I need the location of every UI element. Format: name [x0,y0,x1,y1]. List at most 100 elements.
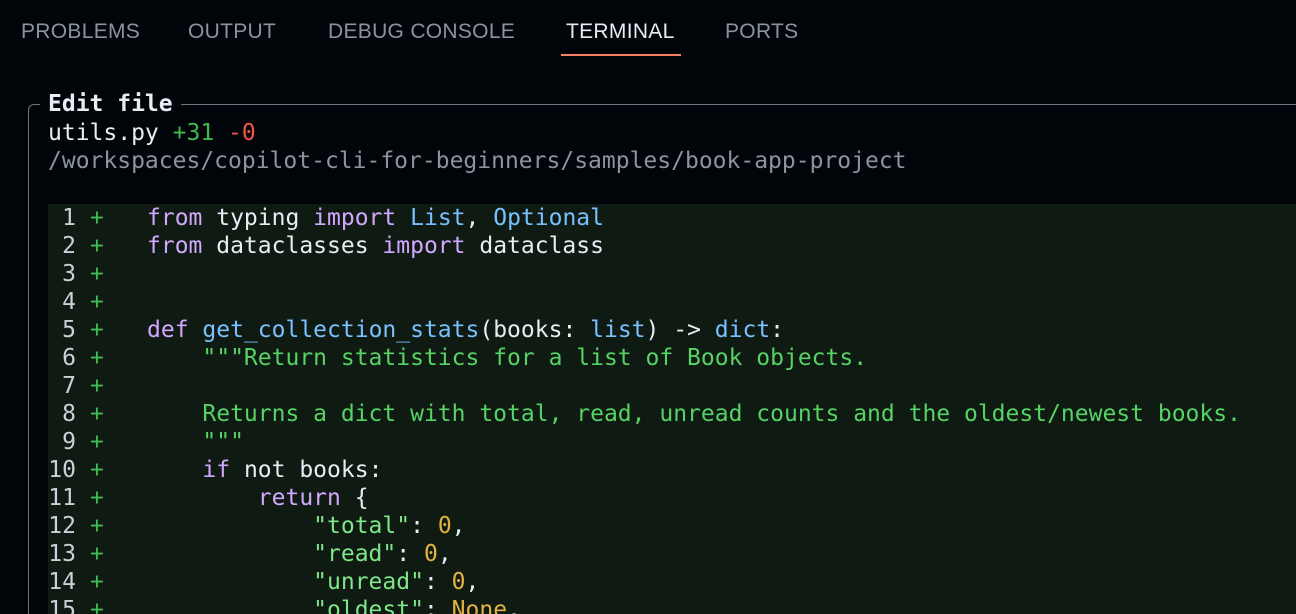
code-text: Returns a dict with total, read, unread … [147,400,1241,428]
diff-line: 9 + """ [48,428,1296,456]
code-text: from dataclasses import dataclass [147,232,604,260]
line-number: 1 [62,205,76,231]
tab-terminal[interactable]: TERMINAL [566,20,675,44]
line-number: 14 [48,569,76,595]
added-marker: + [90,233,104,259]
added-marker: + [90,597,104,614]
code-text: "unread": 0, [147,568,479,596]
diff-line: 2 + from dataclasses import dataclass [48,232,1296,260]
code-token: : [423,597,452,614]
code-token: 0 [423,541,438,567]
code-token: import [313,205,397,231]
code-text: from typing import List, Optional [147,204,604,232]
frame-border-top [40,104,1296,105]
code-text: if not books: [147,456,382,484]
code-token: , [465,205,494,231]
edit-file-title: Edit file [40,90,181,118]
file-path: /workspaces/copilot-cli-for-beginners/sa… [48,148,907,174]
added-marker: + [90,457,104,483]
tab-ports[interactable]: PORTS [725,20,798,44]
code-token: dict [714,317,771,343]
code-token: "unread" [313,569,424,595]
file-summary: utils.py +31 -0 [48,119,256,147]
code-token: , [465,569,480,595]
active-tab-indicator [561,54,681,56]
code-token: (books: [479,317,591,343]
code-token: Returns a dict with total, read, unread … [202,401,1241,427]
code-token: def [147,317,189,343]
added-marker: + [90,317,104,343]
line-number: 12 [48,513,76,539]
diff-line: 4 + [48,288,1296,316]
code-token: "read" [313,541,397,567]
line-number: 8 [62,401,76,427]
diff-line: 6 + """Return statistics for a list of Bo… [48,344,1296,372]
line-number: 7 [62,373,76,399]
code-token: , [437,541,452,567]
line-number: 13 [48,541,76,567]
diff-line: 15 + "oldest": None, [48,596,1296,614]
line-number: 5 [62,317,76,343]
line-number: 6 [62,345,76,371]
code-text: def get_collection_stats(books: list) ->… [147,316,784,344]
code-token: : [423,569,452,595]
diff-view[interactable]: 1 + from typing import List, Optional 2 + fro… [48,204,1296,614]
tab-problems[interactable]: PROBLEMS [21,20,140,44]
code-token: , [507,597,521,614]
code-token: """Return statistics for a list of Book … [202,345,868,371]
diff-line: 12 + "total": 0, [48,512,1296,540]
code-token: "oldest" [313,597,424,614]
code-token: , [451,513,466,539]
code-token: { [340,485,369,511]
code-token: import [382,233,466,259]
line-number: 3 [62,261,76,287]
tab-output[interactable]: OUTPUT [188,20,276,44]
panel-tab-bar: PROBLEMS OUTPUT DEBUG CONSOLE TERMINAL P… [0,0,1296,68]
lines-removed: -0 [228,120,256,146]
added-marker: + [90,289,104,315]
diff-line: 7 + [48,372,1296,400]
diff-line: 10 + if not books: [48,456,1296,484]
diff-line: 13 + "read": 0, [48,540,1296,568]
added-marker: + [90,513,104,539]
added-marker: + [90,261,104,287]
frame-border-left [28,110,29,614]
file-name: utils.py [48,120,159,146]
added-marker: + [90,485,104,511]
code-token: return [257,485,341,511]
code-token: dataclasses [202,233,383,259]
line-number: 15 [48,597,76,614]
code-text: return { [147,484,369,512]
code-token: : [396,541,424,567]
line-number: 10 [48,457,76,483]
added-marker: + [90,345,104,371]
code-token: dataclass [465,233,604,259]
code-token: ) -> [645,317,715,343]
code-token: if [202,457,231,483]
code-token: """ [202,429,244,455]
code-token: List [410,205,466,231]
added-marker: + [90,541,104,567]
line-number: 11 [48,485,76,511]
diff-line: 11 + return { [48,484,1296,512]
added-marker: + [90,373,104,399]
tab-debug-console[interactable]: DEBUG CONSOLE [328,20,515,44]
code-text: """ [147,428,244,456]
code-text: "oldest": None, [147,596,521,614]
code-token: None [451,597,508,614]
code-token: : [770,317,785,343]
code-token: "total" [313,513,411,539]
code-token: Optional [493,205,604,231]
diff-line: 1 + from typing import List, Optional [48,204,1296,232]
added-marker: + [90,205,104,231]
diff-line: 8 + Returns a dict with total, read, unre… [48,400,1296,428]
code-token: list [590,317,646,343]
